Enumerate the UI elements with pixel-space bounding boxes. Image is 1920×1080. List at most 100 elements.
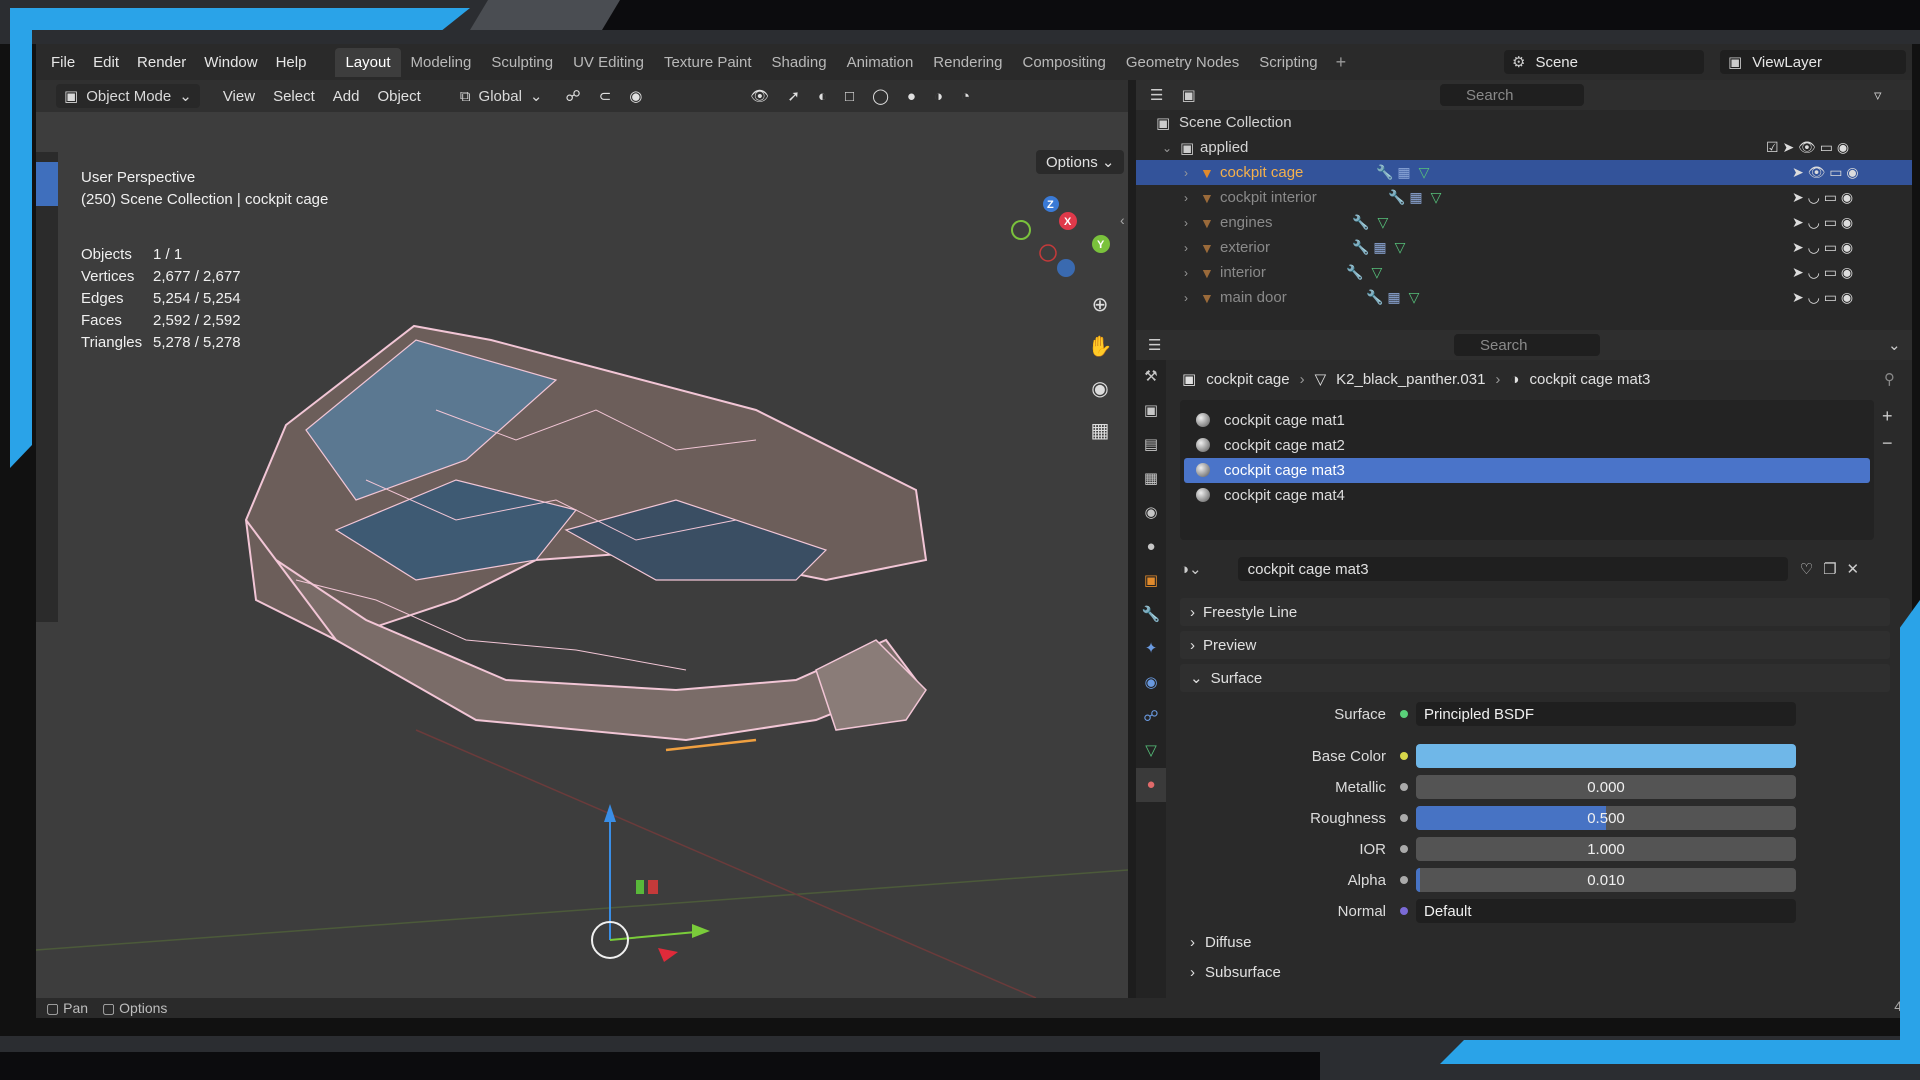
row-visibility[interactable]: ➤ ◡ ▭ ◉ (1792, 289, 1853, 306)
roughness-slider[interactable]: 0.500 (1416, 806, 1796, 830)
preview-panel[interactable]: › Preview (1180, 631, 1890, 659)
menu-help[interactable]: Help (267, 54, 316, 71)
browse-material-icon[interactable]: ◑⌄ (1180, 560, 1202, 578)
material-tab-icon[interactable]: ● (1136, 768, 1166, 802)
tab-geometry-nodes[interactable]: Geometry Nodes (1116, 48, 1249, 77)
outliner-search-input[interactable]: Search (1440, 84, 1584, 106)
alpha-slider[interactable]: 0.010 (1416, 868, 1796, 892)
chevron-down-icon[interactable]: ⌄ (1888, 336, 1901, 354)
duplicate-icon[interactable]: ❐ (1823, 560, 1836, 578)
mesh-object-icon: ▼ (1200, 239, 1214, 256)
material-slot[interactable]: cockpit cage mat3 (1184, 458, 1870, 483)
chevron-right-icon[interactable]: › (1184, 166, 1188, 180)
grid-perspective-icon[interactable]: ▦ (1086, 416, 1114, 444)
chevron-right-icon[interactable]: › (1184, 216, 1188, 230)
collection-row[interactable]: ⌄ ▣ applied ☑ ➤ 👁 ▭ ◉ (1136, 135, 1912, 160)
tab-rendering[interactable]: Rendering (923, 48, 1012, 77)
view-layer-selector[interactable]: ▣ ViewLayer (1720, 50, 1906, 74)
add-slot-icon[interactable]: + (1882, 406, 1893, 427)
output-tab-icon[interactable]: ▤ (1136, 428, 1166, 462)
chevron-right-icon[interactable]: › (1184, 266, 1188, 280)
row-visibility[interactable]: ➤ ◡ ▭ ◉ (1792, 189, 1853, 206)
outliner-item-exterior[interactable]: › ▼ exterior 🔧 ▦ ▽ ➤ ◡ ▭ ◉ (1136, 235, 1912, 260)
row-visibility[interactable]: ☑ ➤ 👁 ▭ ◉ (1766, 139, 1849, 156)
slot-label: cockpit cage mat2 (1224, 437, 1345, 454)
object-tab-icon[interactable]: ▣ (1136, 564, 1166, 598)
diffuse-subpanel[interactable]: › Diffuse (1190, 934, 1251, 951)
unlink-icon[interactable]: ✕ (1847, 560, 1860, 578)
surface-panel[interactable]: ⌄ Surface (1180, 664, 1890, 692)
view-layer-tab-icon[interactable]: ▦ (1136, 462, 1166, 496)
outliner-item-cockpit-interior[interactable]: › ▼ cockpit interior 🔧 ▦ ▽ ➤ ◡ ▭ ◉ (1136, 185, 1912, 210)
remove-slot-icon[interactable]: − (1882, 433, 1893, 454)
base-color-swatch[interactable] (1416, 744, 1796, 768)
field-label: Normal (1337, 902, 1386, 920)
physics-tab-icon[interactable]: ◉ (1136, 666, 1166, 700)
outliner-item-main-door[interactable]: › ▼ main door 🔧 ▦ ▽ ➤ ◡ ▭ ◉ (1136, 285, 1912, 310)
scene-selector[interactable]: ⚙ Scene (1504, 50, 1704, 74)
material-name-field[interactable]: cockpit cage mat3 (1237, 557, 1788, 581)
particles-tab-icon[interactable]: ✦ (1136, 632, 1166, 666)
subsurface-subpanel[interactable]: › Subsurface (1190, 964, 1281, 981)
row-visibility[interactable]: ➤ 👁 ▭ ◉ (1792, 164, 1859, 181)
constraints-tab-icon[interactable]: ☍ (1136, 700, 1166, 734)
add-workspace-icon[interactable]: + (1328, 52, 1355, 73)
normal-field[interactable]: Default (1416, 899, 1796, 923)
fake-user-icon[interactable]: ♡ (1800, 560, 1813, 578)
outliner-item-engines[interactable]: › ▼ engines 🔧 ▽ ➤ ◡ ▭ ◉ (1136, 210, 1912, 235)
tab-scripting[interactable]: Scripting (1249, 48, 1327, 77)
properties-search-input[interactable]: Search (1454, 334, 1600, 356)
outliner-item-cockpit-cage[interactable]: › ▼ cockpit cage 🔧 ▦ ▽ ➤ 👁 ▭ ◉ (1136, 160, 1912, 185)
collapse-sidebar-icon[interactable]: ‹ (1120, 212, 1125, 228)
tab-sculpting[interactable]: Sculpting (481, 48, 563, 77)
3d-viewport[interactable]: ▣ Object Mode ⌄ View Select Add Object ⧉… (36, 80, 1128, 998)
zoom-icon[interactable]: ⊕ (1086, 290, 1114, 318)
chevron-right-icon[interactable]: › (1184, 291, 1188, 305)
surface-shader-field[interactable]: Principled BSDF (1416, 702, 1796, 726)
scene-tab-icon[interactable]: ◉ (1136, 496, 1166, 530)
view-layer-name: ViewLayer (1752, 53, 1822, 71)
tab-animation[interactable]: Animation (837, 48, 924, 77)
pin-icon[interactable]: ⚲ (1884, 370, 1895, 388)
material-slot[interactable]: cockpit cage mat1 (1184, 408, 1870, 433)
material-slot[interactable]: cockpit cage mat4 (1184, 483, 1870, 508)
row-visibility[interactable]: ➤ ◡ ▭ ◉ (1792, 264, 1853, 281)
metallic-slider[interactable]: 0.000 (1416, 775, 1796, 799)
status-bar: ▢ Pan ▢ Options 4 (36, 998, 1912, 1018)
world-tab-icon[interactable]: ● (1136, 530, 1166, 564)
camera-icon[interactable]: ◉ (1086, 374, 1114, 402)
tab-layout[interactable]: Layout (335, 47, 401, 77)
row-label: Scene Collection (1179, 114, 1292, 131)
row-visibility[interactable]: ➤ ◡ ▭ ◉ (1792, 239, 1853, 256)
filter-icon[interactable]: ▿ (1874, 86, 1882, 104)
tool-tab-icon[interactable]: ⚒ (1136, 360, 1166, 394)
chevron-right-icon[interactable]: › (1184, 241, 1188, 255)
material-slot[interactable]: cockpit cage mat2 (1184, 433, 1870, 458)
tab-shading[interactable]: Shading (762, 48, 837, 77)
data-tab-icon[interactable]: ▽ (1136, 734, 1166, 768)
ior-field[interactable]: 1.000 (1416, 837, 1796, 861)
tab-uv-editing[interactable]: UV Editing (563, 48, 654, 77)
menu-render[interactable]: Render (128, 54, 195, 71)
menu-file[interactable]: File (42, 54, 84, 71)
tab-compositing[interactable]: Compositing (1013, 48, 1116, 77)
tab-texture-paint[interactable]: Texture Paint (654, 48, 762, 77)
editor-type-icon[interactable]: ☰ (1148, 336, 1161, 354)
menu-edit[interactable]: Edit (84, 54, 128, 71)
editor-type-icon[interactable]: ☰ (1150, 86, 1163, 104)
modifier-tab-icon[interactable]: 🔧 (1136, 598, 1166, 632)
row-visibility[interactable]: ➤ ◡ ▭ ◉ (1792, 214, 1853, 231)
chevron-right-icon: › (1190, 964, 1195, 981)
scene-collection-row[interactable]: ▣ Scene Collection (1136, 110, 1912, 135)
chevron-right-icon[interactable]: › (1184, 191, 1188, 205)
chevron-down-icon[interactable]: ⌄ (1162, 141, 1172, 155)
pan-hand-icon[interactable]: ✋ (1086, 332, 1114, 360)
properties-panel: ☰ Search ⌄ ⚒ ▣ ▤ ▦ ◉ ● ▣ 🔧 ✦ ◉ ☍ ▽ ● ▣ c… (1136, 330, 1912, 998)
outliner-item-interior[interactable]: › ▼ interior 🔧 ▽ ➤ ◡ ▭ ◉ (1136, 260, 1912, 285)
mouse-options-hint: ▢ Options (102, 999, 168, 1016)
freestyle-line-panel[interactable]: › Freestyle Line (1180, 598, 1890, 626)
display-mode-icon[interactable]: ▣ (1181, 86, 1195, 104)
render-tab-icon[interactable]: ▣ (1136, 394, 1166, 428)
menu-window[interactable]: Window (195, 54, 266, 71)
tab-modeling[interactable]: Modeling (401, 48, 482, 77)
